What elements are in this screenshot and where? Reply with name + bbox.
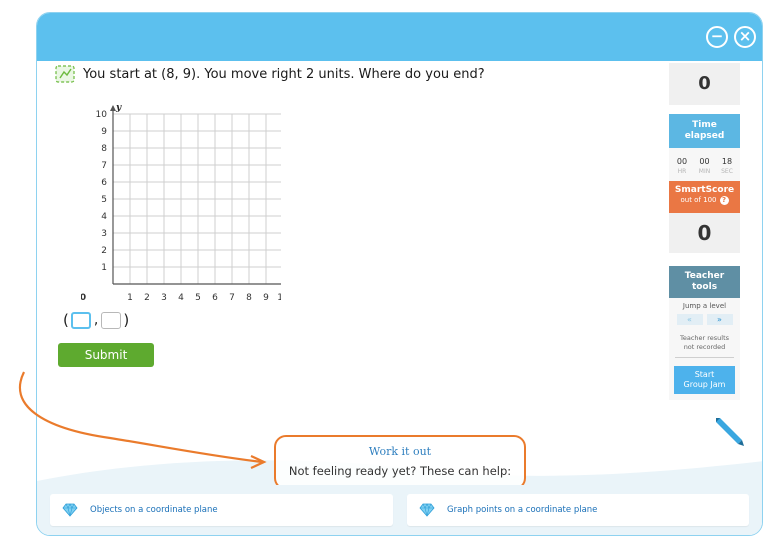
x-tick-label: 9 [263, 293, 269, 302]
tools-label: tools [691, 282, 718, 292]
elapsed-label: elapsed [684, 131, 725, 141]
close-icon[interactable]: × [734, 26, 756, 48]
jump-level-label: Jump a level [682, 302, 727, 310]
x-tick-label: 2 [144, 293, 150, 302]
group-jam-line: Group Jam [683, 380, 726, 389]
timer-seconds: 18 SEC [716, 157, 738, 181]
x-tick-label: 4 [178, 293, 184, 302]
y-tick-label: 9 [101, 127, 107, 137]
skill-link-objects[interactable]: Objects on a coordinate plane [50, 494, 393, 526]
practice-window: − × You start at (8, 9). You move right … [36, 12, 763, 536]
start-group-jam-button[interactable]: Start Group Jam [674, 366, 735, 394]
open-paren: ( [63, 311, 69, 329]
x-tick-label: 7 [229, 293, 235, 302]
questions-answered: 0 [669, 63, 740, 105]
y-tick-label: 6 [101, 178, 107, 188]
y-coordinate-input[interactable] [101, 311, 122, 329]
x-coordinate-input[interactable] [70, 311, 91, 329]
smartscore-header: SmartScore out of 100? [669, 181, 740, 213]
teacher-note-line: not recorded [683, 343, 726, 351]
smartscore-value: 0 [669, 213, 740, 253]
y-tick-label: 10 [96, 110, 108, 120]
jump-back-button[interactable]: « [676, 314, 703, 325]
y-tick-label: 5 [101, 195, 107, 205]
x-tick-label: 0 [81, 293, 86, 302]
help-icon[interactable]: ? [719, 196, 729, 205]
answer-input-group: ( , ) [63, 311, 129, 329]
teacher-tools-panel: Jump a level « » Teacher results not rec… [669, 298, 740, 400]
y-tick-label: 2 [101, 246, 107, 256]
teacher-tools-header: Teacher tools [669, 266, 740, 298]
jump-level-controls: « » [669, 314, 740, 325]
top-bar: − × [37, 13, 762, 61]
teacher-label: Teacher [684, 271, 725, 281]
graph-icon [55, 65, 75, 83]
question-text: You start at (8, 9). You move right 2 un… [83, 66, 485, 82]
y-tick-label: 4 [101, 212, 107, 222]
y-tick-label: 3 [101, 229, 107, 239]
timer: 00 HR 00 MIN 18 SEC [669, 148, 740, 181]
x-tick-label: 8 [246, 293, 252, 302]
related-skills-footer: Objects on a coordinate plane Graph poin… [37, 485, 762, 535]
work-it-out-title: Work it out [368, 445, 432, 458]
work-it-out-subtitle: Not feeling ready yet? These can help: [288, 464, 512, 478]
coordinate-grid: 01234567891010987654321xy [81, 103, 281, 302]
comma-separator: , [93, 312, 99, 328]
close-paren: ) [123, 311, 130, 329]
submit-button[interactable]: Submit [58, 343, 154, 367]
time-elapsed-header: Time elapsed [669, 114, 740, 148]
work-it-out-panel: Work it out Not feeling ready yet? These… [274, 435, 526, 490]
timer-hours: 00 HR [671, 157, 693, 181]
diamond-icon [419, 503, 435, 517]
y-tick-label: 8 [101, 144, 107, 154]
skill-label: Objects on a coordinate plane [90, 505, 218, 515]
timer-unit: HR [677, 168, 687, 175]
divider [675, 357, 734, 358]
smartscore-title: SmartScore [674, 185, 735, 195]
x-tick-label: 3 [161, 293, 167, 302]
x-tick-label: 6 [212, 293, 218, 302]
timer-value: 00 [699, 157, 710, 166]
minimize-icon[interactable]: − [706, 26, 728, 48]
timer-unit: SEC [721, 168, 733, 175]
sidebar: 0 Time elapsed 00 HR 00 MIN 18 SEC Smart… [669, 63, 740, 400]
timer-value: 00 [676, 157, 688, 166]
pencil-icon[interactable] [713, 415, 745, 447]
smartscore-subtitle: out of 100? [669, 196, 740, 205]
x-tick-label: 1 [127, 293, 133, 302]
timer-minutes: 00 MIN [694, 157, 716, 181]
jump-forward-button[interactable]: » [706, 314, 733, 325]
y-axis-label: y [115, 103, 122, 113]
y-tick-label: 1 [101, 263, 107, 273]
x-tick-label: 5 [195, 293, 201, 302]
time-label: Time [692, 120, 717, 130]
teacher-note-line: Teacher results [679, 334, 730, 342]
timer-unit: MIN [698, 168, 711, 175]
question: You start at (8, 9). You move right 2 un… [55, 65, 485, 83]
teacher-results-note: Teacher results not recorded [669, 334, 740, 352]
group-jam-line: Start [694, 370, 715, 379]
x-tick-label: 10 [277, 293, 281, 302]
skill-link-graph-points[interactable]: Graph points on a coordinate plane [407, 494, 749, 526]
smartscore-sub-text: out of 100 [680, 196, 717, 204]
timer-value: 18 [721, 157, 733, 166]
skill-label: Graph points on a coordinate plane [447, 505, 598, 515]
diamond-icon [62, 503, 78, 517]
y-tick-label: 7 [101, 161, 107, 171]
